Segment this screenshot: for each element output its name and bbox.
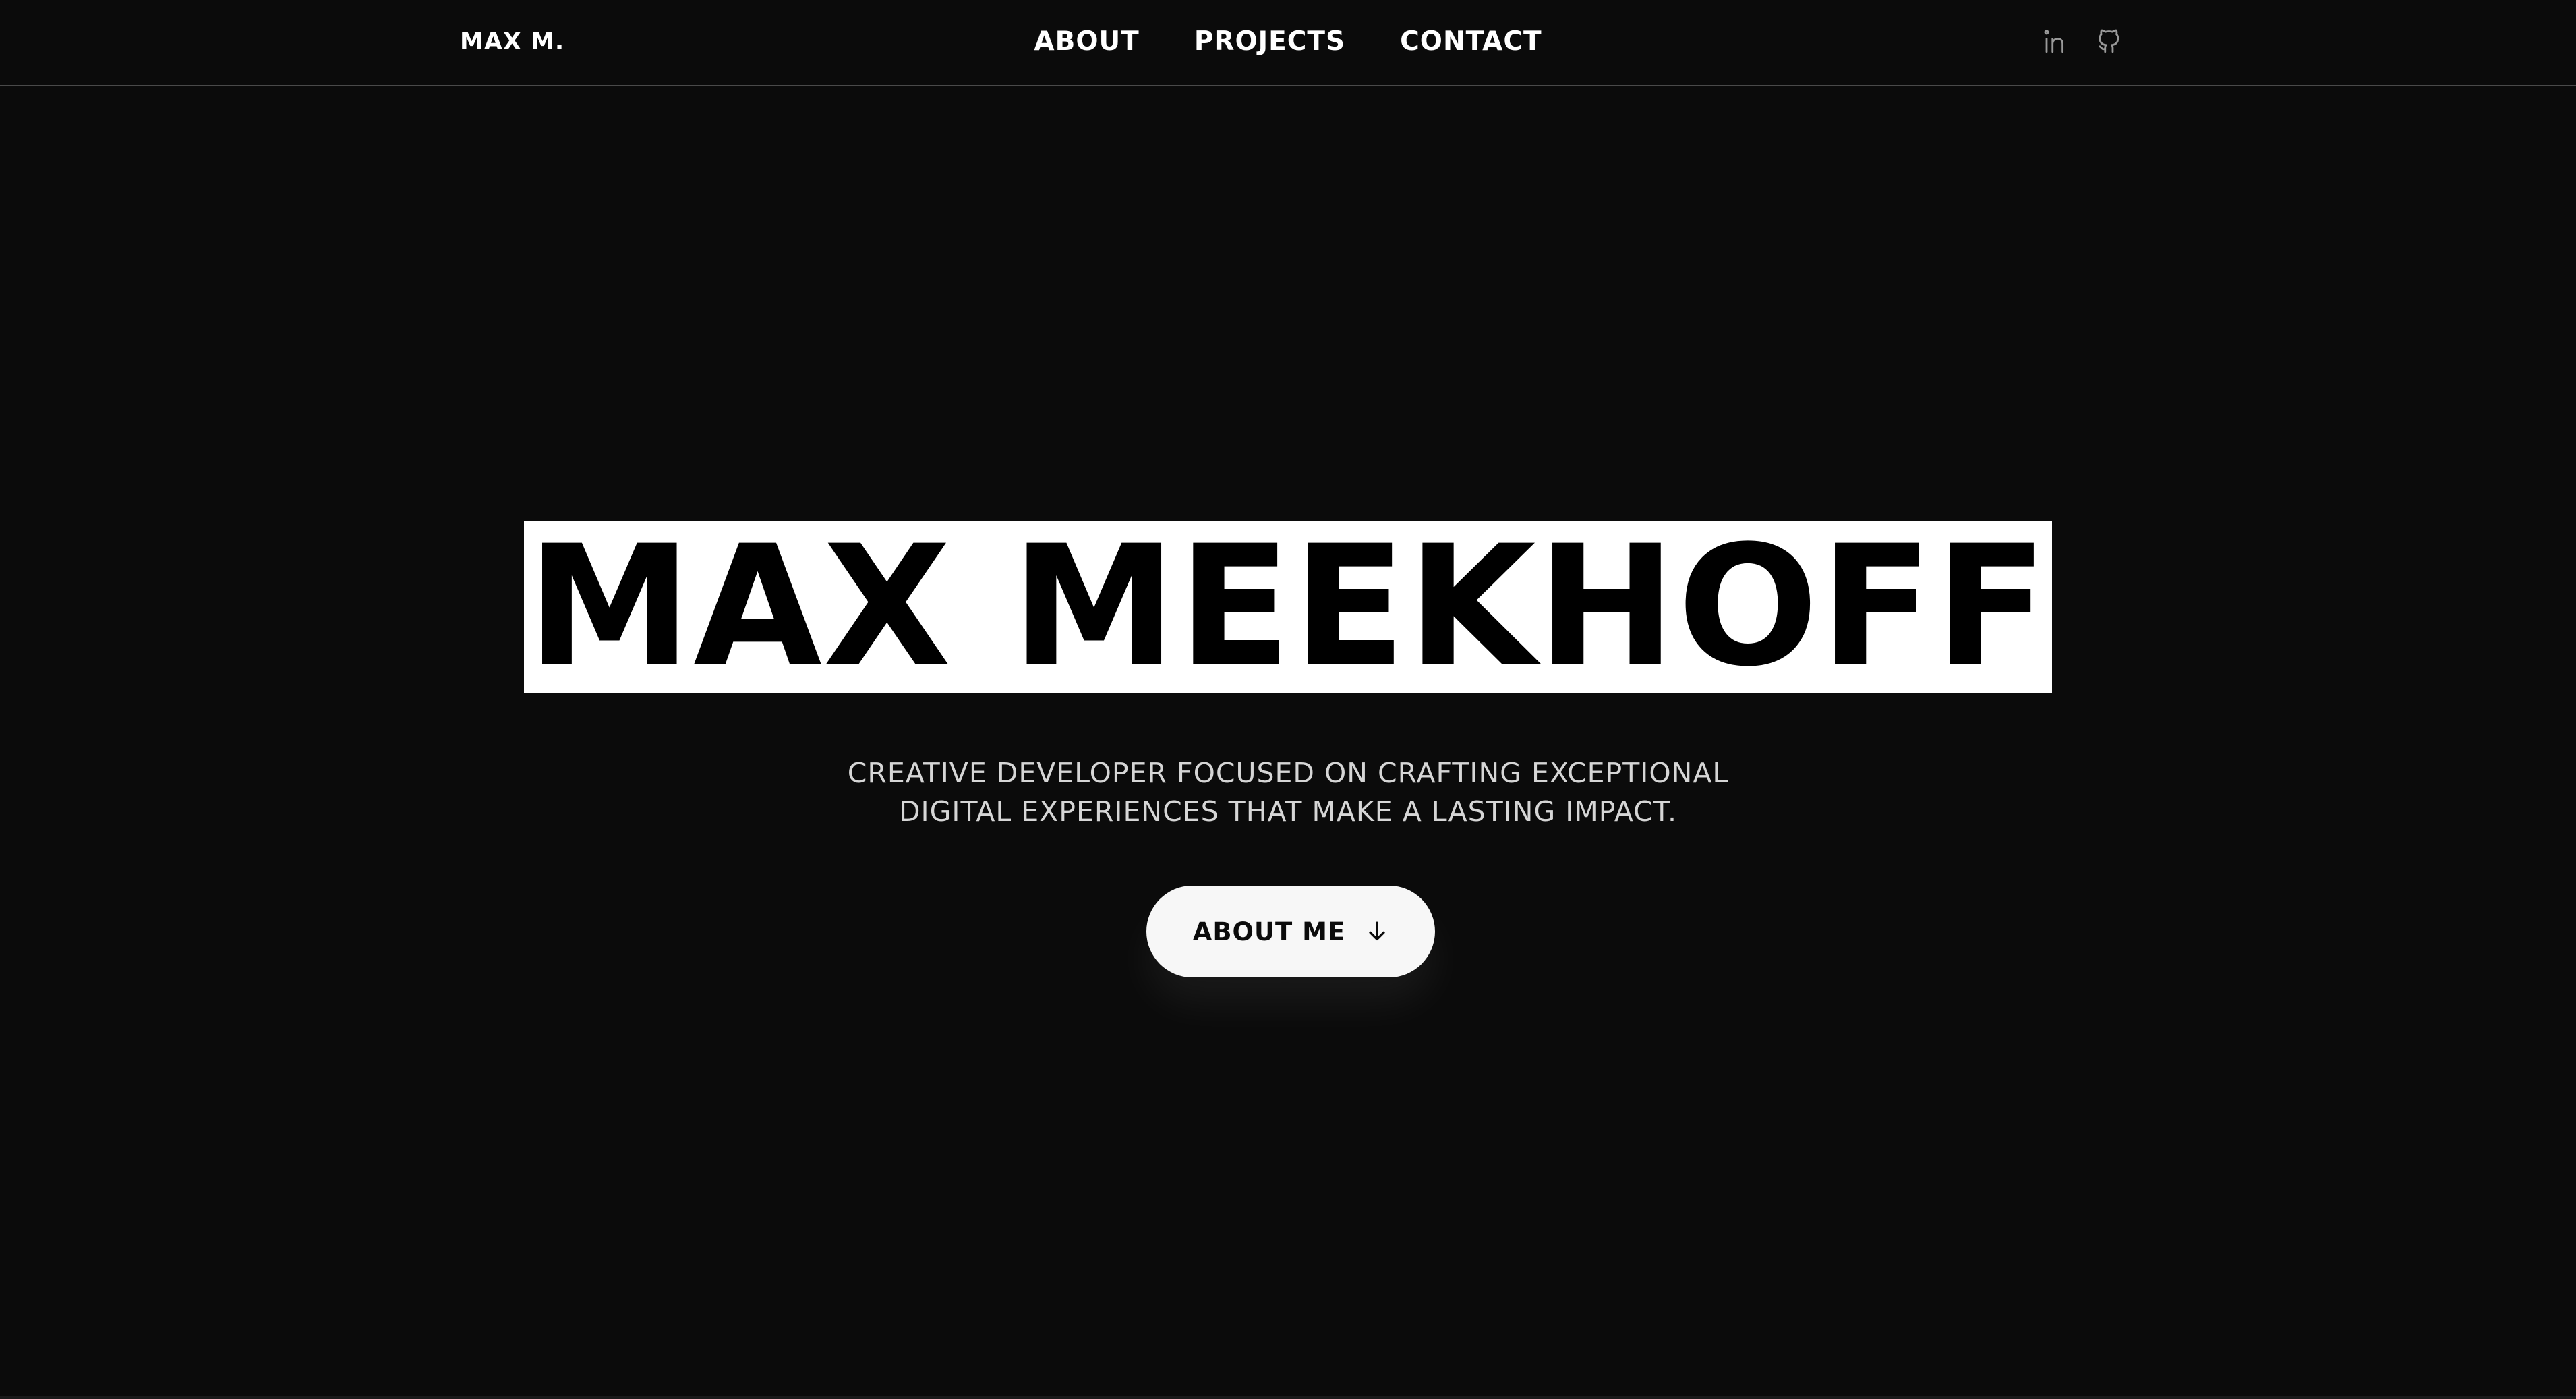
bottom-border xyxy=(0,1396,2576,1399)
page: MAX M. ABOUT PROJECTS CONTACT MAX MEEKHO… xyxy=(0,0,2576,1399)
tagline-line-2: DIGITAL EXPERIENCES THAT MAKE A LASTING … xyxy=(898,795,1678,828)
hero-title-container: MAX MEEKHOFF xyxy=(0,521,2576,693)
about-me-button-label: ABOUT ME xyxy=(1192,917,1346,946)
linkedin-icon xyxy=(2044,30,2064,53)
nav-link-projects[interactable]: PROJECTS xyxy=(1194,26,1345,58)
about-me-button[interactable]: ABOUT ME xyxy=(1146,886,1435,977)
github-link[interactable] xyxy=(2095,26,2123,57)
site-header: MAX M. ABOUT PROJECTS CONTACT xyxy=(0,0,2576,86)
tagline-line-1: CREATIVE DEVELOPER FOCUSED ON CRAFTING E… xyxy=(847,757,1729,789)
arrow-down-icon xyxy=(1369,921,1385,941)
hero-tagline: CREATIVE DEVELOPER FOCUSED ON CRAFTING E… xyxy=(0,754,2576,831)
main-nav: ABOUT PROJECTS CONTACT xyxy=(0,26,2576,58)
nav-link-contact[interactable]: CONTACT xyxy=(1400,26,1542,58)
linkedin-link[interactable] xyxy=(2042,26,2070,57)
social-links xyxy=(2042,26,2123,57)
hero-title: MAX MEEKHOFF xyxy=(524,521,2052,693)
github-icon xyxy=(2099,29,2119,53)
nav-link-about[interactable]: ABOUT xyxy=(1034,26,1139,58)
